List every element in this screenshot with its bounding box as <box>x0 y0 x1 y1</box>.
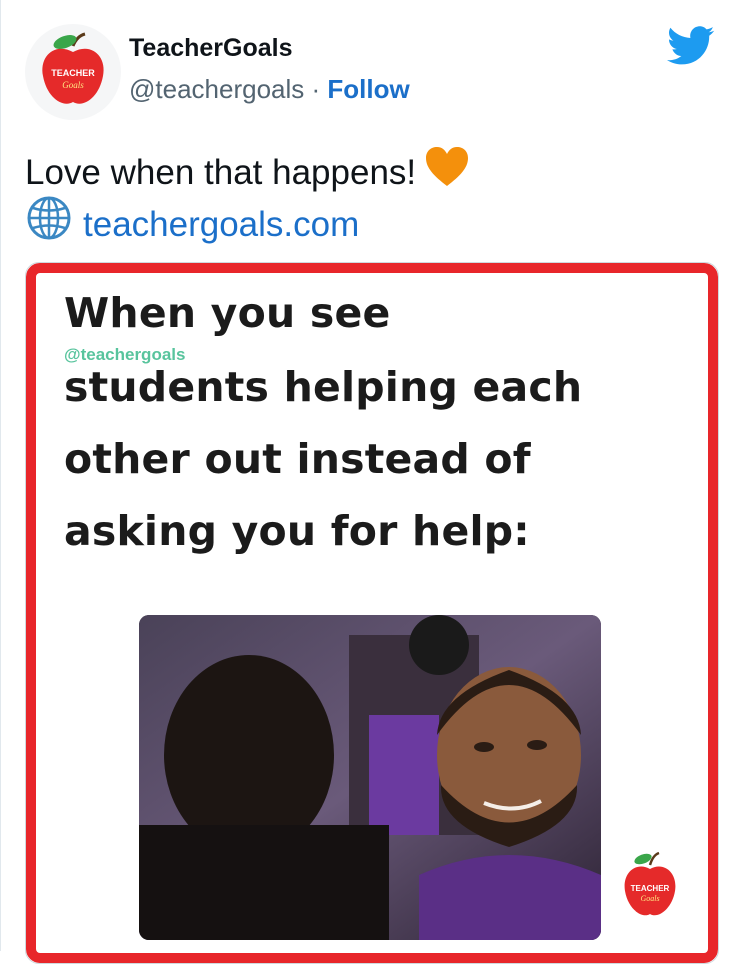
tweet-card[interactable]: TEACHER Goals TeacherGoals @teachergoals… <box>0 0 749 964</box>
follow-button[interactable]: Follow <box>327 74 409 104</box>
orange-heart-icon <box>426 147 469 186</box>
meme-photo-illustration <box>139 615 601 940</box>
link-line: teachergoals.com <box>25 194 359 245</box>
globe-icon <box>27 196 71 240</box>
svg-text:TEACHER: TEACHER <box>51 68 95 78</box>
author-name[interactable]: TeacherGoals <box>129 34 293 63</box>
svg-text:TEACHER: TEACHER <box>631 884 670 893</box>
meme-line-4: asking you for help: <box>64 507 530 555</box>
meme-line-3: other out instead of <box>64 435 531 483</box>
tweet-text: Love when that happens! <box>25 146 470 193</box>
meme-line-1: When you see <box>64 289 391 337</box>
meme-watermark: @teachergoals <box>64 345 186 364</box>
meme-photo <box>139 615 601 940</box>
svg-text:Goals: Goals <box>640 894 659 903</box>
separator: · <box>304 74 328 104</box>
website-link[interactable]: teachergoals.com <box>83 205 359 244</box>
meme-line-2: students helping each <box>64 363 583 411</box>
author-handle-line: @teachergoals · Follow <box>129 74 410 105</box>
svg-text:Goals: Goals <box>62 80 84 90</box>
author-avatar[interactable]: TEACHER Goals <box>25 24 121 120</box>
twitter-bird-icon[interactable] <box>667 26 715 66</box>
teachergoals-logo-icon: TEACHER Goals <box>624 851 676 916</box>
media-card[interactable]: When you see @teachergoals students help… <box>25 262 719 964</box>
tweet-text-content: Love when that happens! <box>25 153 417 192</box>
apple-logo-icon: TEACHER Goals <box>42 32 104 104</box>
author-handle[interactable]: @teachergoals <box>129 74 304 104</box>
